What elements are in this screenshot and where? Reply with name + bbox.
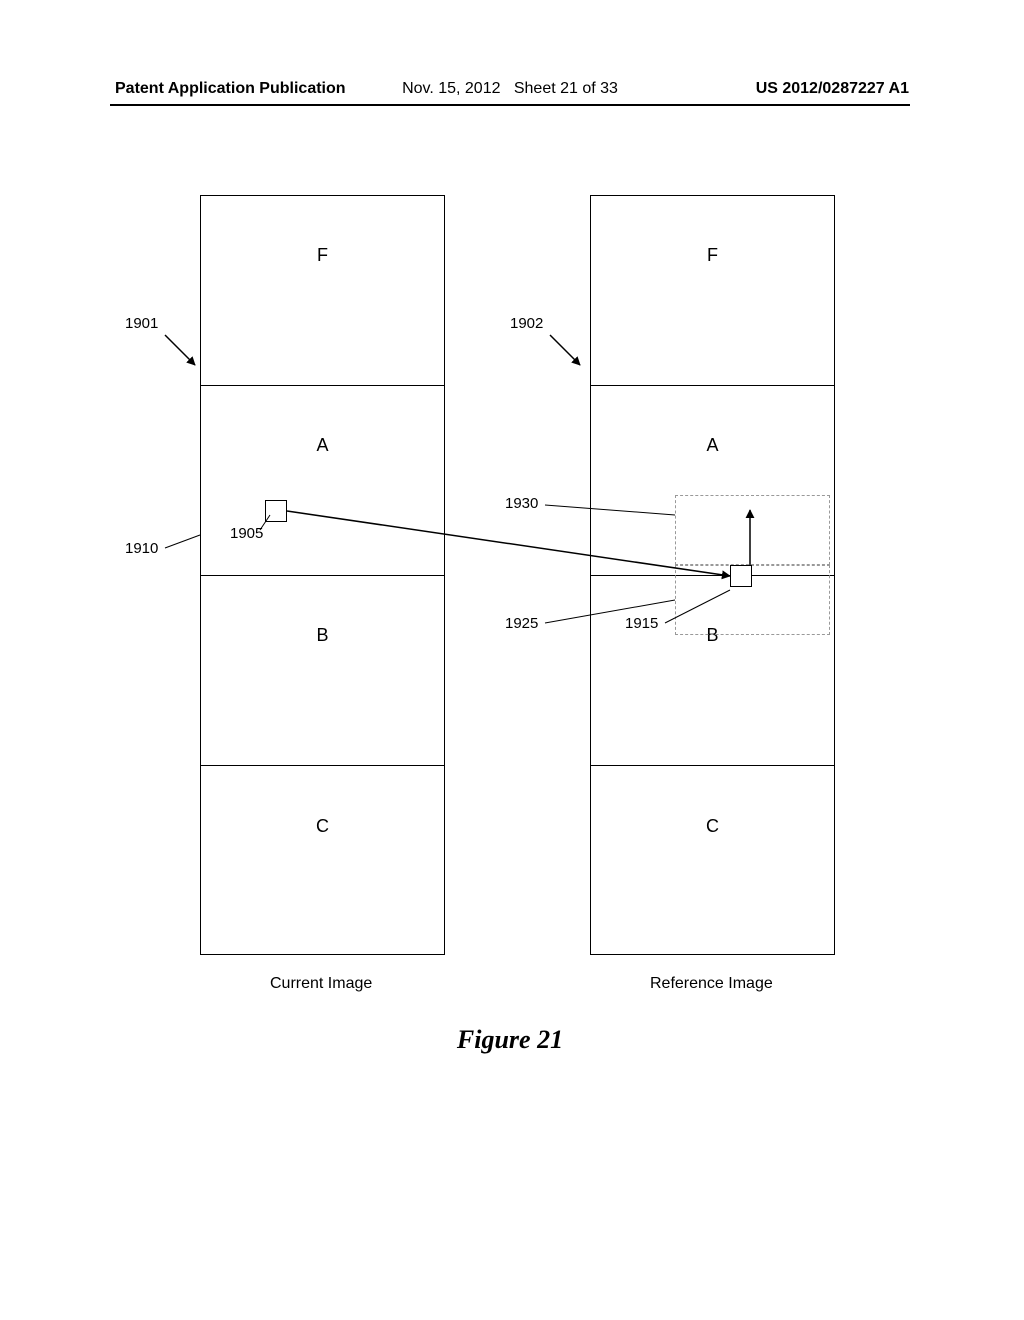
header-left: Patent Application Publication — [115, 80, 346, 98]
current-image-column: F A B C — [200, 195, 445, 955]
refnum-1910: 1910 — [125, 540, 158, 557]
row-F-left: F — [201, 196, 444, 386]
patent-page: Patent Application Publication Nov. 15, … — [0, 0, 1024, 1320]
label-F: F — [317, 245, 328, 266]
refnum-1902: 1902 — [510, 315, 543, 332]
block-1915 — [730, 565, 752, 587]
label-B: B — [316, 625, 328, 646]
refnum-1930: 1930 — [505, 495, 538, 512]
caption-reference: Reference Image — [650, 975, 773, 993]
row-A-left: A — [201, 386, 444, 576]
figure-caption: Figure 21 — [110, 1025, 910, 1055]
refnum-1905: 1905 — [230, 525, 263, 542]
search-window-1930 — [675, 495, 830, 565]
label-A: A — [706, 435, 718, 456]
header-center: Nov. 15, 2012 Sheet 21 of 33 — [350, 80, 670, 98]
figure-diagram: F A B C F A B C Current Image Reference … — [110, 195, 910, 1095]
caption-current: Current Image — [270, 975, 372, 993]
refnum-1901: 1901 — [125, 315, 158, 332]
header-date: Nov. 15, 2012 — [402, 80, 500, 97]
refnum-1915: 1915 — [625, 615, 658, 632]
header-right: US 2012/0287227 A1 — [756, 80, 909, 98]
header-rule — [110, 104, 910, 106]
label-C: C — [316, 816, 329, 837]
block-1905 — [265, 500, 287, 522]
label-A: A — [316, 435, 328, 456]
label-F: F — [707, 245, 718, 266]
row-F-right: F — [591, 196, 834, 386]
header-sheet: Sheet 21 of 33 — [514, 80, 618, 97]
search-window-1925 — [675, 565, 830, 635]
label-C: C — [706, 816, 719, 837]
row-B-left: B — [201, 576, 444, 766]
row-C-right: C — [591, 766, 834, 956]
refnum-1925: 1925 — [505, 615, 538, 632]
row-C-left: C — [201, 766, 444, 956]
